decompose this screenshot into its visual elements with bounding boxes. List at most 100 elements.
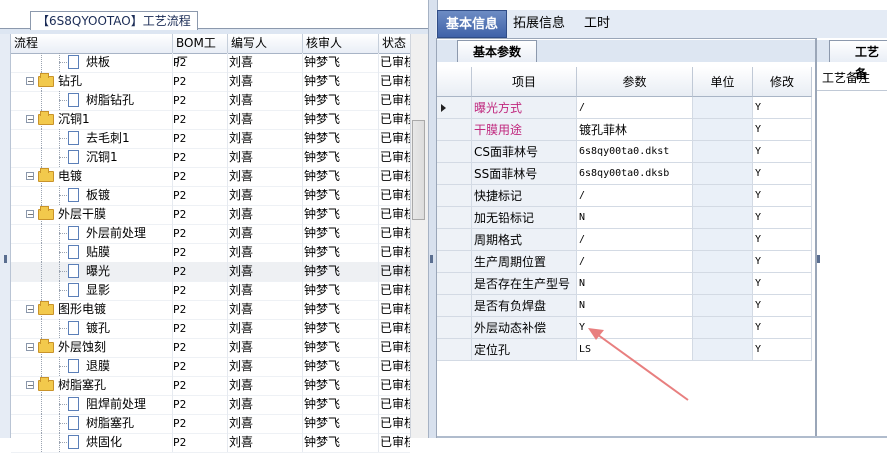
row-indicator[interactable] bbox=[437, 141, 472, 163]
param-row[interactable]: CS面菲林号 6s8qy00ta0.dkst Y bbox=[437, 141, 812, 163]
tree-row[interactable]: − 沉铜1 P2 刘喜 钟梦飞 已审核 bbox=[11, 110, 410, 130]
col-header-modify[interactable]: 修改 bbox=[753, 67, 812, 97]
tree-row[interactable]: − 钻孔 P2 刘喜 钟梦飞 已审核 bbox=[11, 72, 410, 92]
collapse-toggle-icon[interactable]: − bbox=[26, 381, 34, 390]
param-value[interactable]: 6s8qy00ta0.dksb bbox=[577, 163, 693, 185]
collapse-toggle-icon[interactable]: − bbox=[26, 305, 34, 314]
process-flow-tab[interactable]: 【6S8QYOOTAO】工艺流程 bbox=[30, 11, 198, 30]
param-modify[interactable]: Y bbox=[753, 295, 812, 317]
param-modify[interactable]: Y bbox=[753, 229, 812, 251]
tree-row[interactable]: − 树脂塞孔 P2 刘喜 钟梦飞 已审核 bbox=[11, 376, 410, 396]
tree-row[interactable]: − 图形电镀 P2 刘喜 钟梦飞 已审核 bbox=[11, 300, 410, 320]
col-header-unit[interactable]: 单位 bbox=[693, 67, 753, 97]
tree-row[interactable]: 显影 P2 刘喜 钟梦飞 已审核 bbox=[11, 281, 410, 301]
param-unit[interactable] bbox=[693, 185, 753, 207]
param-unit[interactable] bbox=[693, 251, 753, 273]
tree-row[interactable]: − 外层干膜 P2 刘喜 钟梦飞 已审核 bbox=[11, 205, 410, 225]
col-header-writer[interactable]: 编写人 bbox=[228, 34, 303, 53]
tree-row[interactable]: − 外层蚀刻 P2 刘喜 钟梦飞 已审核 bbox=[11, 338, 410, 358]
basic-params-tab[interactable]: 基本参数 bbox=[457, 40, 537, 62]
row-indicator[interactable] bbox=[437, 97, 472, 119]
tab-extended-info[interactable]: 拓展信息 bbox=[505, 10, 573, 38]
row-indicator[interactable] bbox=[437, 295, 472, 317]
param-value[interactable]: N bbox=[577, 295, 693, 317]
tab-basic-info[interactable]: 基本信息 bbox=[437, 10, 508, 38]
param-row[interactable]: 加无铅标记 N Y bbox=[437, 207, 812, 229]
row-indicator[interactable] bbox=[437, 317, 472, 339]
param-row[interactable]: 干膜用途 镀孔菲林 Y bbox=[437, 119, 812, 141]
row-indicator[interactable] bbox=[437, 229, 472, 251]
tree-vertical-scrollbar[interactable] bbox=[410, 34, 428, 438]
col-header-bom[interactable]: BOM工厂 bbox=[173, 34, 228, 69]
param-unit[interactable] bbox=[693, 339, 753, 361]
param-modify[interactable]: Y bbox=[753, 141, 812, 163]
row-indicator[interactable] bbox=[437, 207, 472, 229]
tree-row[interactable]: 树脂塞孔 P2 刘喜 钟梦飞 已审核 bbox=[11, 414, 410, 434]
param-value[interactable]: N bbox=[577, 273, 693, 295]
param-row[interactable]: 快捷标记 / Y bbox=[437, 185, 812, 207]
param-unit[interactable] bbox=[693, 273, 753, 295]
param-unit[interactable] bbox=[693, 97, 753, 119]
row-indicator[interactable] bbox=[437, 185, 472, 207]
param-value[interactable]: / bbox=[577, 229, 693, 251]
param-unit[interactable] bbox=[693, 295, 753, 317]
col-header-param[interactable]: 参数 bbox=[577, 67, 693, 97]
collapse-toggle-icon[interactable]: − bbox=[26, 210, 34, 219]
tree-row[interactable]: 树脂钻孔 P2 刘喜 钟梦飞 已审核 bbox=[11, 91, 410, 111]
param-row[interactable]: SS面菲林号 6s8qy00ta0.dksb Y bbox=[437, 163, 812, 185]
param-unit[interactable] bbox=[693, 163, 753, 185]
tree-row[interactable]: 退膜 P2 刘喜 钟梦飞 已审核 bbox=[11, 357, 410, 377]
param-row[interactable]: 生产周期位置 / Y bbox=[437, 251, 812, 273]
tree-row[interactable]: 外层前处理 P2 刘喜 钟梦飞 已审核 bbox=[11, 224, 410, 244]
tree-row[interactable]: 烘固化 P2 刘喜 钟梦飞 已审核 bbox=[11, 433, 410, 453]
col-header-flow[interactable]: 流程 bbox=[11, 34, 173, 53]
param-value[interactable]: 6s8qy00ta0.dkst bbox=[577, 141, 693, 163]
collapse-toggle-icon[interactable]: − bbox=[26, 77, 34, 86]
param-modify[interactable]: Y bbox=[753, 119, 812, 141]
col-header-reviewer[interactable]: 核审人 bbox=[303, 34, 379, 53]
notes-collapse-handle-icon[interactable] bbox=[817, 255, 820, 263]
tree-row[interactable]: − 电镀 P2 刘喜 钟梦飞 已审核 bbox=[11, 167, 410, 187]
collapse-handle-icon[interactable] bbox=[4, 255, 7, 263]
param-value[interactable]: / bbox=[577, 251, 693, 273]
tree-row[interactable]: 曝光 P2 刘喜 钟梦飞 已审核 bbox=[11, 262, 410, 282]
col-header-item[interactable]: 项目 bbox=[472, 67, 577, 97]
tree-row[interactable]: 阻焊前处理 P2 刘喜 钟梦飞 已审核 bbox=[11, 395, 410, 415]
collapse-toggle-icon[interactable]: − bbox=[26, 115, 34, 124]
param-row[interactable]: 是否有负焊盘 N Y bbox=[437, 295, 812, 317]
param-row[interactable]: 周期格式 / Y bbox=[437, 229, 812, 251]
param-modify[interactable]: Y bbox=[753, 185, 812, 207]
row-indicator[interactable] bbox=[437, 163, 472, 185]
param-unit[interactable] bbox=[693, 229, 753, 251]
param-value[interactable]: / bbox=[577, 97, 693, 119]
tree-row[interactable]: 镀孔 P2 刘喜 钟梦飞 已审核 bbox=[11, 319, 410, 339]
param-modify[interactable]: Y bbox=[753, 317, 812, 339]
tree-row[interactable]: 沉铜1 P2 刘喜 钟梦飞 已审核 bbox=[11, 148, 410, 168]
splitter-handle-icon[interactable] bbox=[430, 255, 433, 263]
row-indicator[interactable] bbox=[437, 273, 472, 295]
param-row[interactable]: 是否存在生产型号 N Y bbox=[437, 273, 812, 295]
tree-row[interactable]: 烘板 P2 刘喜 钟梦飞 已审核 bbox=[11, 53, 410, 73]
row-indicator[interactable] bbox=[437, 119, 472, 141]
param-unit[interactable] bbox=[693, 141, 753, 163]
param-modify[interactable]: Y bbox=[753, 251, 812, 273]
param-unit[interactable] bbox=[693, 317, 753, 339]
param-modify[interactable]: Y bbox=[753, 97, 812, 119]
tree-scroll-thumb[interactable] bbox=[412, 120, 425, 220]
param-value[interactable]: / bbox=[577, 185, 693, 207]
tree-row[interactable]: 去毛刺1 P2 刘喜 钟梦飞 已审核 bbox=[11, 129, 410, 149]
param-unit[interactable] bbox=[693, 119, 753, 141]
col-header-status[interactable]: 状态 bbox=[379, 34, 410, 53]
param-value[interactable]: N bbox=[577, 207, 693, 229]
row-indicator[interactable] bbox=[437, 339, 472, 361]
collapse-toggle-icon[interactable]: − bbox=[26, 343, 34, 352]
tree-row[interactable]: 板镀 P2 刘喜 钟梦飞 已审核 bbox=[11, 186, 410, 206]
tree-row[interactable]: 贴膜 P2 刘喜 钟梦飞 已审核 bbox=[11, 243, 410, 263]
param-modify[interactable]: Y bbox=[753, 163, 812, 185]
tab-work-hours[interactable]: 工时 bbox=[576, 10, 618, 38]
param-modify[interactable]: Y bbox=[753, 207, 812, 229]
param-row[interactable]: 曝光方式 / Y bbox=[437, 97, 812, 119]
row-indicator[interactable] bbox=[437, 251, 472, 273]
param-unit[interactable] bbox=[693, 207, 753, 229]
collapse-toggle-icon[interactable]: − bbox=[26, 172, 34, 181]
